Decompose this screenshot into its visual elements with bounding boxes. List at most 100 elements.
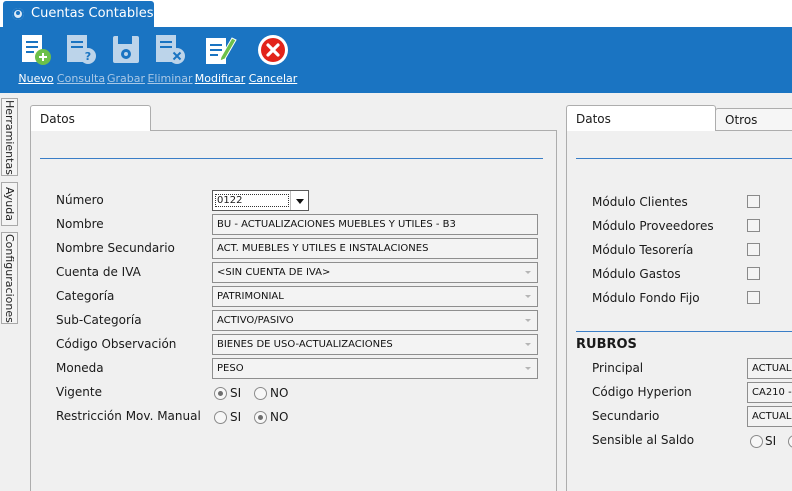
cuenta-iva-value: <SIN CUENTA DE IVA>: [217, 267, 331, 278]
restriccion-label: Restricción Mov. Manual: [56, 409, 201, 423]
side-tab-label: Configuraciones: [3, 233, 16, 323]
nombre-secundario-value: ACT. MUEBLES Y UTILES E INSTALACIONES: [217, 243, 429, 254]
categoria-select[interactable]: PATRIMONIAL: [212, 286, 538, 307]
tab-otros-datos[interactable]: Otros Datos: [715, 108, 792, 150]
codigo-hyperion-field[interactable]: CA210 -: [747, 382, 792, 403]
restriccion-no-label: NO: [270, 410, 289, 424]
grabar-label: Grabar: [106, 72, 146, 85]
tab-title: Cuentas Contables: [31, 6, 154, 21]
restriccion-si-radio[interactable]: [214, 411, 227, 424]
cancelar-button[interactable]: Cancelar: [248, 27, 298, 93]
codigo-observacion-label: Código Observación: [56, 337, 177, 351]
nombre-secundario-label: Nombre Secundario: [56, 241, 175, 255]
consulta-button[interactable]: ? Consulta: [57, 27, 105, 93]
tab-datos-administrativos[interactable]: Datos Administrativos: [566, 105, 716, 152]
eliminar-label: Eliminar: [147, 72, 193, 85]
nuevo-label: Nuevo: [18, 72, 54, 85]
tab-datos-principales[interactable]: Datos Principales: [30, 105, 151, 152]
vigente-no-label: NO: [270, 386, 289, 400]
nombre-secundario-field[interactable]: ACT. MUEBLES Y UTILES E INSTALACIONES: [212, 238, 538, 259]
codigo-hyperion-value: CA210 -: [752, 387, 792, 398]
codigo-hyperion-label: Código Hyperion: [592, 385, 692, 399]
moneda-label: Moneda: [56, 361, 104, 375]
sensible-saldo-label: Sensible al Saldo: [592, 433, 695, 447]
side-tab-ayuda[interactable]: Ayuda: [1, 182, 18, 226]
modulo-fondo-fijo-checkbox[interactable]: [747, 291, 760, 304]
app-icon: [12, 8, 24, 20]
modulo-gastos-checkbox[interactable]: [747, 267, 760, 280]
cancel-icon: [258, 35, 288, 65]
modulo-fondo-fijo-label: Módulo Fondo Fijo: [592, 291, 700, 305]
grabar-button[interactable]: Grabar: [106, 27, 146, 93]
side-tab-herramientas[interactable]: Herramientas: [1, 98, 18, 176]
section-separator: [40, 158, 543, 159]
delete-document-icon: [156, 35, 185, 64]
rubro-principal-label: Principal: [592, 361, 644, 375]
codigo-observacion-value: BIENES DE USO-ACTUALIZACIONES: [217, 339, 393, 350]
vigente-si-radio[interactable]: [214, 387, 227, 400]
query-document-icon: ?: [67, 35, 96, 64]
rubro-principal-field[interactable]: ACTUALI: [747, 358, 792, 379]
sensible-si-radio[interactable]: [750, 435, 763, 448]
modificar-button[interactable]: Modificar: [194, 27, 246, 93]
side-tab-label: Ayuda: [3, 187, 16, 221]
save-icon: [113, 36, 139, 63]
side-tab-label: Herramientas: [3, 99, 16, 175]
toolbar: Nuevo ? Consulta Grabar Eliminar Modific…: [0, 27, 792, 93]
subcategoria-label: Sub-Categoría: [56, 313, 142, 327]
numero-combo[interactable]: 0122: [212, 190, 309, 211]
section-separator: [576, 158, 792, 159]
restriccion-si-label: SI: [230, 410, 242, 424]
side-tab-configuraciones[interactable]: Configuraciones: [1, 232, 18, 324]
nuevo-button[interactable]: Nuevo: [18, 27, 54, 93]
moneda-value: PESO: [217, 363, 244, 374]
consulta-label: Consulta: [56, 72, 106, 85]
subcategoria-value: ACTIVO/PASIVO: [217, 315, 294, 326]
vigente-label: Vigente: [56, 385, 102, 399]
nombre-label: Nombre: [56, 217, 104, 231]
vigente-no-radio[interactable]: [254, 387, 267, 400]
categoria-value: PATRIMONIAL: [217, 291, 284, 302]
chevron-down-icon: [525, 319, 531, 322]
modulo-clientes-label: Módulo Clientes: [592, 195, 688, 209]
document-tabstrip: Cuentas Contables: [0, 0, 792, 27]
chevron-down-icon: [525, 367, 531, 370]
rubro-secundario-value: ACTUALI: [752, 411, 792, 422]
nombre-field[interactable]: BU - ACTUALIZACIONES MUEBLES Y UTILES - …: [212, 214, 538, 235]
rubro-secundario-label: Secundario: [592, 409, 660, 423]
modulo-proveedores-checkbox[interactable]: [747, 219, 760, 232]
moneda-select[interactable]: PESO: [212, 358, 538, 379]
cuenta-iva-select[interactable]: <SIN CUENTA DE IVA>: [212, 262, 538, 283]
panel-border-top: [151, 130, 557, 131]
rubro-principal-value: ACTUALI: [752, 363, 792, 374]
modulo-proveedores-label: Módulo Proveedores: [592, 219, 714, 233]
modulo-clientes-checkbox[interactable]: [747, 195, 760, 208]
categoria-label: Categoría: [56, 289, 115, 303]
vigente-si-label: SI: [230, 386, 242, 400]
cancelar-label: Cancelar: [248, 72, 298, 85]
panel-border-top: [716, 130, 792, 131]
rubro-secundario-field[interactable]: ACTUALI: [747, 406, 792, 427]
subcategoria-select[interactable]: ACTIVO/PASIVO: [212, 310, 538, 331]
restriccion-no-radio[interactable]: [254, 411, 267, 424]
edit-document-icon: [206, 37, 237, 64]
new-document-icon: [22, 35, 51, 65]
svg-text:?: ?: [85, 50, 91, 63]
numero-label: Número: [56, 193, 104, 207]
chevron-down-icon: [525, 295, 531, 298]
codigo-observacion-select[interactable]: BIENES DE USO-ACTUALIZACIONES: [212, 334, 538, 355]
modulo-gastos-label: Módulo Gastos: [592, 267, 681, 281]
chevron-down-icon: [525, 271, 531, 274]
tab-cuentas-contables[interactable]: Cuentas Contables: [3, 1, 154, 27]
numero-value: 0122: [217, 195, 243, 206]
chevron-down-icon[interactable]: [290, 191, 308, 210]
modulo-tesoreria-label: Módulo Tesorería: [592, 243, 694, 257]
eliminar-button[interactable]: Eliminar: [147, 27, 193, 93]
rubros-title: RUBROS: [576, 337, 637, 352]
rubros-separator: [576, 331, 792, 332]
modificar-label: Modificar: [194, 72, 246, 85]
cuenta-iva-label: Cuenta de IVA: [56, 265, 141, 279]
chevron-down-icon: [525, 343, 531, 346]
nombre-value: BU - ACTUALIZACIONES MUEBLES Y UTILES - …: [217, 219, 456, 230]
modulo-tesoreria-checkbox[interactable]: [747, 243, 760, 256]
